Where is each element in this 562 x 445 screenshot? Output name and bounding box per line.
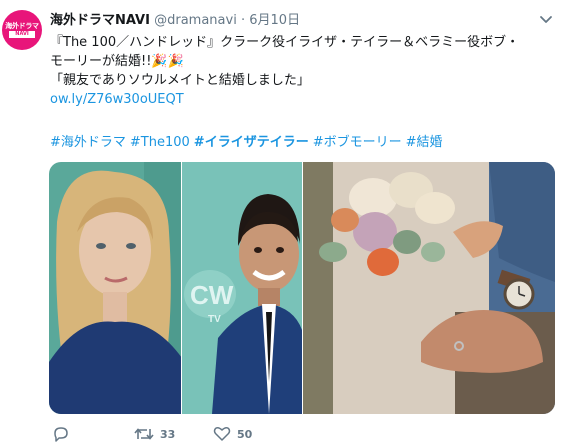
separator-dot: ·	[240, 13, 246, 28]
photo-wedding[interactable]	[303, 162, 555, 414]
avatar[interactable]: 海外ドラマ NAVI	[2, 10, 42, 50]
chevron-down-icon[interactable]	[538, 12, 554, 28]
tweet: 海外ドラマ NAVI 海外ドラマNAVI @dramanavi · 6月10日 …	[0, 0, 562, 445]
media-divider	[181, 162, 182, 414]
heart-icon	[213, 427, 231, 441]
hashtag[interactable]: #結婚	[406, 135, 443, 150]
retweet-icon	[134, 428, 154, 440]
user-handle[interactable]: @dramanavi	[154, 13, 237, 28]
retweet-button[interactable]: 33	[134, 425, 175, 443]
media-divider	[302, 162, 303, 414]
like-count: 50	[237, 427, 253, 441]
tweet-text-line: 「親友でありソウルメイトと結婚しました」	[50, 73, 310, 88]
display-name[interactable]: 海外ドラマNAVI	[50, 13, 150, 28]
media-grid: CW TV	[49, 162, 555, 414]
hashtag[interactable]: #イライザテイラー	[194, 135, 309, 150]
tweet-text-line: モーリーが結婚!!🎉🎉	[50, 54, 184, 69]
tweet-date[interactable]: 6月10日	[249, 13, 300, 28]
like-button[interactable]: 50	[213, 425, 252, 443]
photo-actor[interactable]: CW TV	[182, 162, 302, 414]
reply-icon	[54, 427, 68, 442]
photo-actress[interactable]	[49, 162, 182, 414]
hashtag[interactable]: #海外ドラマ	[50, 135, 126, 150]
avatar-text-top: 海外ドラマ	[5, 22, 39, 30]
retweet-count: 33	[160, 427, 176, 441]
backdrop-logo: CW	[190, 280, 234, 310]
avatar-text-bottom: NAVI	[9, 31, 35, 38]
backdrop-logo-tv: TV	[208, 314, 221, 325]
tweet-link[interactable]: ow.ly/Z76w30oUEQT	[50, 92, 184, 107]
reply-button[interactable]	[52, 425, 76, 443]
hashtag[interactable]: #ボブモーリー	[313, 135, 402, 150]
hashtag[interactable]: #The100	[130, 135, 190, 150]
tweet-header: 海外ドラマNAVI @dramanavi · 6月10日	[50, 12, 300, 30]
tweet-text-line: 『The 100／ハンドレッド』クラーク役イライザ・テイラー＆ベラミー役ボブ・	[50, 35, 520, 50]
hashtag-list: #海外ドラマ #The100 #イライザテイラー #ボブモーリー #結婚	[50, 134, 447, 152]
tweet-text: 『The 100／ハンドレッド』クラーク役イライザ・テイラー＆ベラミー役ボブ・ …	[50, 33, 550, 109]
